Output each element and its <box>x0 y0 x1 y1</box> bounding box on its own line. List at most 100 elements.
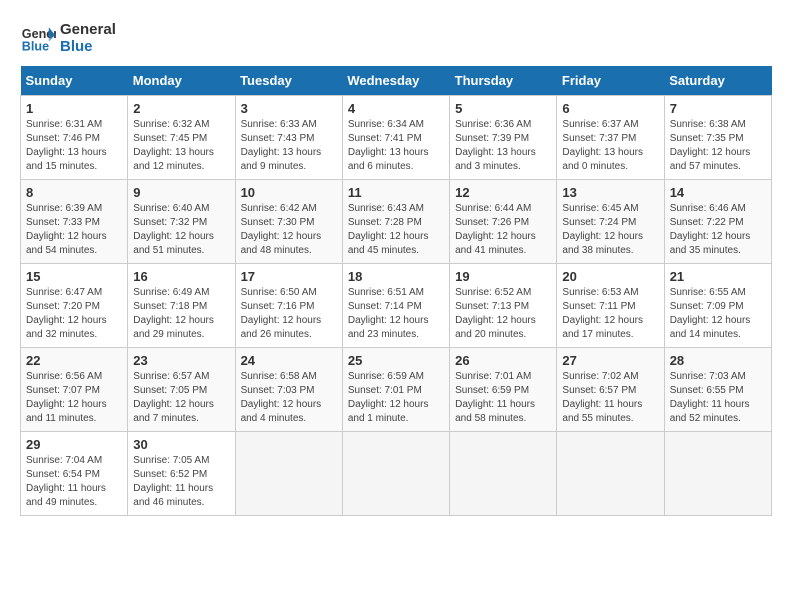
day-cell: 7Sunrise: 6:38 AM Sunset: 7:35 PM Daylig… <box>664 96 771 180</box>
day-cell: 10 Sunrise: 6:42 AM Sunset: 7:30 PM Dayli… <box>235 180 342 264</box>
day-cell: 28 Sunrise: 7:03 AM Sunset: 6:55 PM Dayli… <box>664 348 771 432</box>
days-header-row: SundayMondayTuesdayWednesdayThursdayFrid… <box>21 66 772 96</box>
day-number: 6 <box>562 101 658 116</box>
day-info: Sunrise: 7:04 AM Sunset: 6:54 PM Dayligh… <box>26 454 122 510</box>
day-header-thursday: Thursday <box>450 66 557 96</box>
day-info: Sunrise: 6:42 AM Sunset: 7:30 PM Dayligh… <box>241 202 337 258</box>
day-cell: 5 Sunrise: 6:36 AM Sunset: 7:39 PM Daylig… <box>450 96 557 180</box>
logo-general: General <box>60 21 116 38</box>
day-number: 20 <box>562 269 658 284</box>
day-number: 22 <box>26 353 122 368</box>
day-number: 16 <box>133 269 229 284</box>
day-cell: 16 Sunrise: 6:49 AM Sunset: 7:18 PM Dayli… <box>128 264 235 348</box>
day-info: Sunrise: 7:02 AM Sunset: 6:57 PM Dayligh… <box>562 370 658 426</box>
day-cell: 25 Sunrise: 6:59 AM Sunset: 7:01 PM Dayli… <box>342 348 449 432</box>
day-number: 3 <box>241 101 337 116</box>
day-info: Sunrise: 6:49 AM Sunset: 7:18 PM Dayligh… <box>133 286 229 342</box>
day-header-sunday: Sunday <box>21 66 128 96</box>
logo-icon: General Blue <box>20 20 56 56</box>
day-number: 14 <box>670 185 766 200</box>
day-cell: 2 Sunrise: 6:32 AM Sunset: 7:45 PM Daylig… <box>128 96 235 180</box>
day-info: Sunrise: 6:46 AM Sunset: 7:22 PM Dayligh… <box>670 202 766 258</box>
day-info: Sunrise: 6:59 AM Sunset: 7:01 PM Dayligh… <box>348 370 444 426</box>
day-info: Sunrise: 6:34 AM Sunset: 7:41 PM Dayligh… <box>348 118 444 174</box>
day-info: Sunrise: 6:55 AM Sunset: 7:09 PM Dayligh… <box>670 286 766 342</box>
week-row-3: 15Sunrise: 6:47 AM Sunset: 7:20 PM Dayli… <box>21 264 772 348</box>
day-header-tuesday: Tuesday <box>235 66 342 96</box>
day-cell: 30 Sunrise: 7:05 AM Sunset: 6:52 PM Dayli… <box>128 432 235 516</box>
page-header: General Blue General Blue <box>20 20 772 56</box>
day-info: Sunrise: 6:31 AM Sunset: 7:46 PM Dayligh… <box>26 118 122 174</box>
day-number: 9 <box>133 185 229 200</box>
day-info: Sunrise: 6:52 AM Sunset: 7:13 PM Dayligh… <box>455 286 551 342</box>
day-number: 18 <box>348 269 444 284</box>
day-cell: 11Sunrise: 6:43 AM Sunset: 7:28 PM Dayli… <box>342 180 449 264</box>
day-info: Sunrise: 6:51 AM Sunset: 7:14 PM Dayligh… <box>348 286 444 342</box>
day-number: 2 <box>133 101 229 116</box>
day-number: 15 <box>26 269 122 284</box>
day-number: 10 <box>241 185 337 200</box>
day-number: 27 <box>562 353 658 368</box>
day-cell: 4 Sunrise: 6:34 AM Sunset: 7:41 PM Daylig… <box>342 96 449 180</box>
day-cell: 12 Sunrise: 6:44 AM Sunset: 7:26 PM Dayli… <box>450 180 557 264</box>
logo-blue: Blue <box>60 38 116 55</box>
week-row-4: 22 Sunrise: 6:56 AM Sunset: 7:07 PM Dayli… <box>21 348 772 432</box>
day-number: 24 <box>241 353 337 368</box>
day-number: 4 <box>348 101 444 116</box>
day-number: 1 <box>26 101 122 116</box>
day-cell <box>342 432 449 516</box>
day-cell: 20 Sunrise: 6:53 AM Sunset: 7:11 PM Dayli… <box>557 264 664 348</box>
day-info: Sunrise: 6:50 AM Sunset: 7:16 PM Dayligh… <box>241 286 337 342</box>
day-info: Sunrise: 6:58 AM Sunset: 7:03 PM Dayligh… <box>241 370 337 426</box>
day-number: 17 <box>241 269 337 284</box>
day-cell: 18 Sunrise: 6:51 AM Sunset: 7:14 PM Dayli… <box>342 264 449 348</box>
logo: General Blue General Blue <box>20 20 116 56</box>
day-info: Sunrise: 6:44 AM Sunset: 7:26 PM Dayligh… <box>455 202 551 258</box>
day-info: Sunrise: 7:03 AM Sunset: 6:55 PM Dayligh… <box>670 370 766 426</box>
day-number: 26 <box>455 353 551 368</box>
day-cell <box>235 432 342 516</box>
day-number: 5 <box>455 101 551 116</box>
day-info: Sunrise: 6:36 AM Sunset: 7:39 PM Dayligh… <box>455 118 551 174</box>
day-number: 30 <box>133 437 229 452</box>
day-number: 29 <box>26 437 122 452</box>
day-cell: 9 Sunrise: 6:40 AM Sunset: 7:32 PM Daylig… <box>128 180 235 264</box>
day-info: Sunrise: 6:53 AM Sunset: 7:11 PM Dayligh… <box>562 286 658 342</box>
week-row-1: 1 Sunrise: 6:31 AM Sunset: 7:46 PM Daylig… <box>21 96 772 180</box>
day-cell <box>450 432 557 516</box>
day-info: Sunrise: 6:45 AM Sunset: 7:24 PM Dayligh… <box>562 202 658 258</box>
day-number: 23 <box>133 353 229 368</box>
day-info: Sunrise: 6:40 AM Sunset: 7:32 PM Dayligh… <box>133 202 229 258</box>
day-cell: 14 Sunrise: 6:46 AM Sunset: 7:22 PM Dayli… <box>664 180 771 264</box>
day-info: Sunrise: 6:37 AM Sunset: 7:37 PM Dayligh… <box>562 118 658 174</box>
day-number: 7 <box>670 101 766 116</box>
calendar-table: SundayMondayTuesdayWednesdayThursdayFrid… <box>20 66 772 516</box>
day-cell: 23Sunrise: 6:57 AM Sunset: 7:05 PM Dayli… <box>128 348 235 432</box>
day-cell <box>557 432 664 516</box>
day-info: Sunrise: 7:05 AM Sunset: 6:52 PM Dayligh… <box>133 454 229 510</box>
day-cell: 3 Sunrise: 6:33 AM Sunset: 7:43 PM Daylig… <box>235 96 342 180</box>
day-number: 28 <box>670 353 766 368</box>
day-cell <box>664 432 771 516</box>
day-cell: 22 Sunrise: 6:56 AM Sunset: 7:07 PM Dayli… <box>21 348 128 432</box>
day-info: Sunrise: 6:56 AM Sunset: 7:07 PM Dayligh… <box>26 370 122 426</box>
day-cell: 26Sunrise: 7:01 AM Sunset: 6:59 PM Dayli… <box>450 348 557 432</box>
day-cell: 17 Sunrise: 6:50 AM Sunset: 7:16 PM Dayli… <box>235 264 342 348</box>
day-info: Sunrise: 6:32 AM Sunset: 7:45 PM Dayligh… <box>133 118 229 174</box>
day-header-friday: Friday <box>557 66 664 96</box>
day-number: 11 <box>348 185 444 200</box>
day-number: 19 <box>455 269 551 284</box>
day-cell: 27 Sunrise: 7:02 AM Sunset: 6:57 PM Dayli… <box>557 348 664 432</box>
day-number: 13 <box>562 185 658 200</box>
day-number: 25 <box>348 353 444 368</box>
day-number: 21 <box>670 269 766 284</box>
day-info: Sunrise: 6:33 AM Sunset: 7:43 PM Dayligh… <box>241 118 337 174</box>
calendar-body: 1 Sunrise: 6:31 AM Sunset: 7:46 PM Daylig… <box>21 96 772 516</box>
day-cell: 8Sunrise: 6:39 AM Sunset: 7:33 PM Daylig… <box>21 180 128 264</box>
day-cell: 19 Sunrise: 6:52 AM Sunset: 7:13 PM Dayli… <box>450 264 557 348</box>
day-cell: 1 Sunrise: 6:31 AM Sunset: 7:46 PM Daylig… <box>21 96 128 180</box>
day-cell: 13 Sunrise: 6:45 AM Sunset: 7:24 PM Dayli… <box>557 180 664 264</box>
day-header-monday: Monday <box>128 66 235 96</box>
day-number: 12 <box>455 185 551 200</box>
day-cell: 15Sunrise: 6:47 AM Sunset: 7:20 PM Dayli… <box>21 264 128 348</box>
